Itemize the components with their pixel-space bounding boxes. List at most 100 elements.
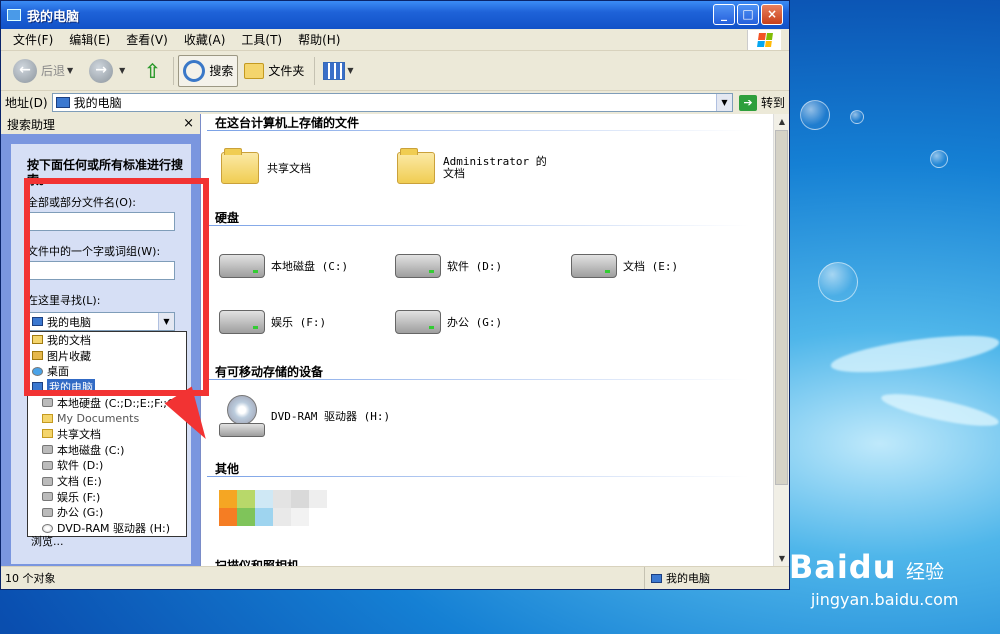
folder-icon (244, 62, 265, 79)
dvd-drive-item[interactable]: DVD-RAM 驱动器 (H:) (219, 395, 390, 437)
folder-icon (221, 148, 259, 184)
hard-drive-icon (571, 254, 617, 278)
folder-icon (42, 429, 53, 439)
title-bar[interactable]: 我的电脑 _ □ × (1, 1, 789, 29)
chevron-down-icon[interactable]: ▼ (715, 94, 732, 111)
maximize-button[interactable]: □ (737, 4, 759, 25)
dropdown-option[interactable]: 文档 (E:) (28, 473, 186, 489)
scroll-down-icon[interactable]: ▼ (774, 551, 789, 567)
views-button[interactable]: ▼ (319, 55, 363, 87)
dropdown-option[interactable]: 本地硬盘 (C:;D:;E:;F:;G:) (28, 395, 186, 411)
shared-documents-item[interactable]: 共享文档 (221, 148, 311, 184)
pane-header: 搜索助理 × (1, 114, 200, 134)
item-label: 娱乐 (F:) (271, 316, 327, 329)
dropdown-option[interactable]: 共享文档 (28, 426, 186, 442)
minimize-button[interactable]: _ (713, 4, 735, 25)
drive-icon (42, 476, 53, 486)
chevron-down-icon[interactable]: ▼ (119, 66, 125, 75)
dropdown-option-label: 桌面 (47, 365, 69, 379)
dropdown-option-label: 本地磁盘 (C:) (57, 443, 125, 457)
pics-icon (32, 351, 43, 361)
chevron-down-icon[interactable]: ▼ (67, 66, 73, 75)
drive-icon (42, 445, 53, 455)
menu-file[interactable]: 文件(F) (5, 31, 61, 48)
address-bar: 地址(D) 我的电脑 ▼ ➔ 转到 (1, 91, 789, 115)
dropdown-option[interactable]: 办公 (G:) (28, 505, 186, 521)
dropdown-option[interactable]: 本地磁盘 (C:) (28, 442, 186, 458)
drive-g-item[interactable]: 办公 (G:) (395, 310, 502, 334)
dropdown-option[interactable]: 娱乐 (F:) (28, 489, 186, 505)
menu-view[interactable]: 查看(V) (118, 31, 176, 48)
dropdown-option-label: 图片收藏 (47, 349, 91, 363)
forward-button[interactable]: → ▼ (85, 55, 135, 87)
scroll-up-icon[interactable]: ▲ (774, 114, 789, 130)
baidu-watermark: Baidu 经验 jingyan.baidu.com (788, 548, 959, 609)
dropdown-option[interactable]: 图片收藏 (28, 348, 186, 364)
close-button[interactable]: × (761, 4, 783, 25)
group-title-stored: 在这台计算机上存储的文件 (215, 116, 360, 130)
menu-edit[interactable]: 编辑(E) (61, 31, 118, 48)
go-button[interactable]: ➔ 转到 (738, 94, 785, 111)
hard-drive-icon (395, 254, 441, 278)
watermark-sub: 经验 (905, 561, 944, 583)
dropdown-option[interactable]: 桌面 (28, 363, 186, 379)
toolbar-separator (173, 56, 175, 85)
menu-favorites[interactable]: 收藏(A) (176, 31, 234, 48)
watermark-logo: Baidu (788, 548, 897, 586)
scroll-thumb[interactable] (775, 130, 788, 485)
blurred-item-icon[interactable] (219, 490, 327, 526)
drive-icon (42, 460, 53, 470)
admin-documents-item[interactable]: Administrator 的文档 (397, 148, 555, 184)
dropdown-option-label: 共享文档 (57, 427, 101, 441)
close-icon[interactable]: × (183, 116, 194, 131)
drive-f-item[interactable]: 娱乐 (F:) (219, 310, 326, 334)
dropdown-option-label: 软件 (D:) (57, 459, 104, 473)
group-title-other: 其他 (215, 462, 240, 476)
drive-e-item[interactable]: 文档 (E:) (571, 254, 678, 278)
item-label: DVD-RAM 驱动器 (H:) (271, 410, 391, 423)
dropdown-option[interactable]: 我的文档 (28, 332, 186, 348)
address-value: 我的电脑 (73, 96, 122, 110)
windows-logo-icon (747, 30, 781, 50)
drive-icon (42, 492, 53, 502)
drive-d-item[interactable]: 软件 (D:) (395, 254, 502, 278)
dropdown-option[interactable]: 我的电脑 (28, 378, 186, 395)
item-label: 共享文档 (267, 162, 311, 175)
folders-label: 文件夹 (268, 64, 305, 78)
folder-icon (397, 148, 435, 184)
look-in-dropdown-list: 我的文档 图片收藏桌面 我的电脑 本地硬盘 (C:;D:;E:;F:;G:) My Do… (27, 331, 187, 537)
content-area: 搜索助理 × 按下面任何或所有标准进行搜索。 全部或部分文件名(O): 文件中的… (1, 114, 789, 567)
desktop-bubble (818, 262, 858, 302)
dropdown-option[interactable]: 软件 (D:) (28, 458, 186, 474)
desktop-bubble (850, 110, 864, 124)
search-button[interactable]: 搜索 (178, 54, 239, 87)
filename-label: 全部或部分文件名(O): (27, 196, 136, 209)
filename-input[interactable] (27, 212, 175, 231)
window-title: 我的电脑 (27, 9, 80, 25)
vertical-scrollbar[interactable]: ▲ ▼ (773, 114, 789, 567)
chevron-down-icon[interactable]: ▼ (347, 66, 353, 75)
back-label: 后退 (41, 64, 66, 78)
back-button[interactable]: ← 后退 ▼ (9, 55, 83, 87)
dropdown-option[interactable]: My Documents (28, 410, 186, 426)
menu-help[interactable]: 帮助(H) (290, 31, 348, 48)
chevron-down-icon[interactable]: ▼ (158, 313, 174, 330)
address-input[interactable]: 我的电脑 ▼ (51, 93, 733, 112)
up-button[interactable]: ⇧ (137, 55, 167, 87)
dropdown-option-label: 办公 (G:) (57, 506, 104, 520)
go-arrow-icon: ➔ (738, 94, 757, 111)
status-bar: 10 个对象 我的电脑 (1, 566, 789, 589)
folders-button[interactable]: 文件夹 (240, 55, 308, 87)
item-label: 文档 (E:) (623, 260, 679, 273)
menu-bar: 文件(F) 编辑(E) 查看(V) 收藏(A) 工具(T) 帮助(H) (1, 29, 789, 51)
desktop-bubble (800, 100, 830, 130)
dvd-drive-icon (219, 395, 265, 437)
go-label: 转到 (760, 96, 785, 110)
menu-tools[interactable]: 工具(T) (233, 31, 290, 48)
computer-icon (7, 9, 21, 21)
phrase-input[interactable] (27, 261, 175, 280)
look-in-select[interactable]: 我的电脑 ▼ (27, 312, 175, 331)
drive-c-item[interactable]: 本地磁盘 (C:) (219, 254, 348, 278)
status-location: 我的电脑 (644, 567, 789, 589)
hard-drive-icon (219, 254, 265, 278)
